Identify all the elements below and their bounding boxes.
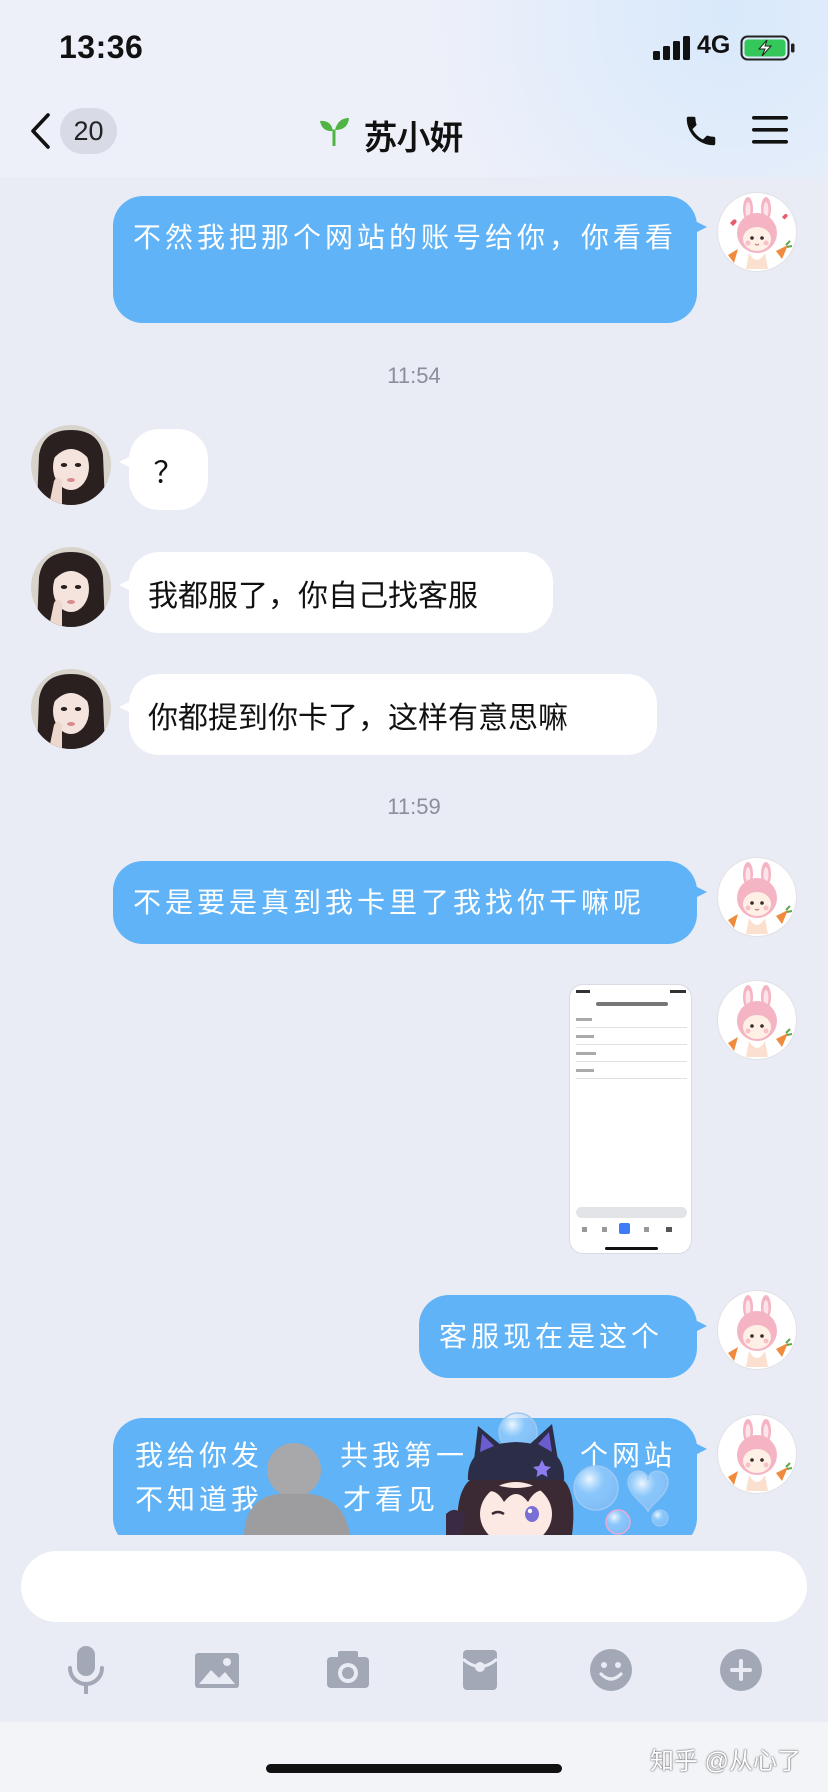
message-text: 不然我把那个网站的账号给你，你看看 — [133, 222, 678, 253]
contact-avatar[interactable] — [31, 547, 111, 627]
message-text: 客服现在是这个 — [439, 1320, 664, 1352]
contact-name[interactable]: 苏小妍 — [364, 111, 463, 159]
contact-avatar[interactable] — [31, 425, 111, 505]
unread-count-badge[interactable]: 20 — [60, 108, 117, 154]
bunny-avatar-icon — [728, 1419, 793, 1491]
message-text: ？ — [153, 456, 184, 490]
photo-button[interactable] — [193, 1646, 241, 1694]
message-list[interactable]: 不然我把那个网站的账号给你，你看看 11:54 ？ 我都服了，你自己找客服 你都… — [0, 0, 828, 1535]
image-icon — [195, 1653, 239, 1688]
outgoing-message[interactable]: 不然我把那个网站的账号给你，你看看 — [113, 196, 707, 323]
battery-icon — [740, 35, 795, 61]
phone-icon[interactable] — [682, 112, 720, 150]
outgoing-message[interactable]: 不是要是真到我卡里了我找你干嘛呢 — [113, 861, 707, 944]
outgoing-image-message[interactable] — [569, 984, 692, 1254]
contact-photo-icon — [31, 547, 111, 627]
back-chevron-icon[interactable] — [29, 112, 53, 150]
mic-icon — [68, 1646, 104, 1694]
message-text: 不是要是真到我卡里了我找你干嘛呢 — [133, 886, 646, 918]
my-avatar[interactable] — [717, 1414, 797, 1494]
contact-photo-icon — [31, 425, 111, 505]
watermark: 知乎 @从心了 — [650, 1748, 802, 1775]
my-avatar[interactable] — [717, 192, 797, 272]
my-avatar[interactable] — [717, 1290, 797, 1370]
bunny-avatar-icon — [728, 862, 793, 934]
message-text-fragment: 才看见 — [343, 1484, 440, 1515]
voice-button[interactable] — [62, 1646, 110, 1694]
incoming-message[interactable]: 你都提到你卡了，这样有意思嘛 — [119, 674, 657, 755]
timestamp: 11:54 — [387, 363, 441, 388]
camera-button[interactable] — [324, 1646, 372, 1694]
emoji-button[interactable] — [587, 1646, 635, 1694]
camera-icon — [327, 1651, 369, 1688]
outgoing-message[interactable]: 客服现在是这个 — [419, 1295, 707, 1378]
message-input[interactable] — [21, 1551, 807, 1622]
my-avatar[interactable] — [717, 980, 797, 1060]
anime-girl-sticker — [446, 1412, 669, 1535]
contact-photo-icon — [31, 669, 111, 749]
signal-icon — [653, 36, 690, 60]
chat-screen: 不然我把那个网站的账号给你，你看看 11:54 ？ 我都服了，你自己找客服 你都… — [0, 0, 828, 1792]
gray-silhouette-sticker — [244, 1443, 350, 1535]
emoji-icon — [590, 1649, 632, 1691]
screenshot-thumbnail — [576, 990, 687, 1250]
status-time: 13:36 — [59, 29, 144, 65]
message-text: 我都服了，你自己找客服 — [148, 579, 478, 613]
bunny-avatar-icon — [728, 197, 793, 269]
sprout-icon — [320, 118, 349, 146]
chat-header: 13:36 4G 20 苏小妍 — [0, 0, 828, 177]
message-text: 你都提到你卡了，这样有意思嘛 — [148, 701, 568, 735]
more-button[interactable] — [717, 1646, 765, 1694]
bunny-avatar-icon — [728, 985, 793, 1057]
incoming-message[interactable]: 我都服了，你自己找客服 — [119, 552, 553, 633]
red-packet-button[interactable] — [456, 1646, 504, 1694]
incoming-message[interactable]: ？ — [119, 429, 208, 510]
red-packet-icon — [462, 1650, 498, 1690]
home-indicator[interactable] — [266, 1764, 562, 1773]
plus-icon — [720, 1649, 762, 1691]
network-type: 4G — [697, 31, 731, 59]
contact-avatar[interactable] — [31, 669, 111, 749]
my-avatar[interactable] — [717, 857, 797, 937]
bunny-avatar-icon — [728, 1295, 793, 1367]
timestamp: 11:59 — [387, 794, 441, 819]
menu-icon[interactable] — [752, 114, 788, 146]
